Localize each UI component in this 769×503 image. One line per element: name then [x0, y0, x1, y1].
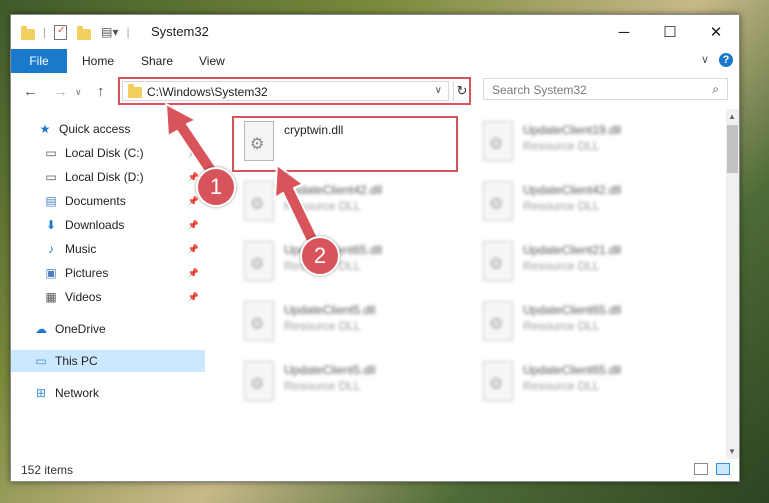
annotation-arrows — [165, 103, 319, 244]
arrow-2 — [274, 164, 319, 244]
step-2-badge: 2 — [300, 236, 340, 276]
step-1-badge: 1 — [196, 167, 236, 207]
